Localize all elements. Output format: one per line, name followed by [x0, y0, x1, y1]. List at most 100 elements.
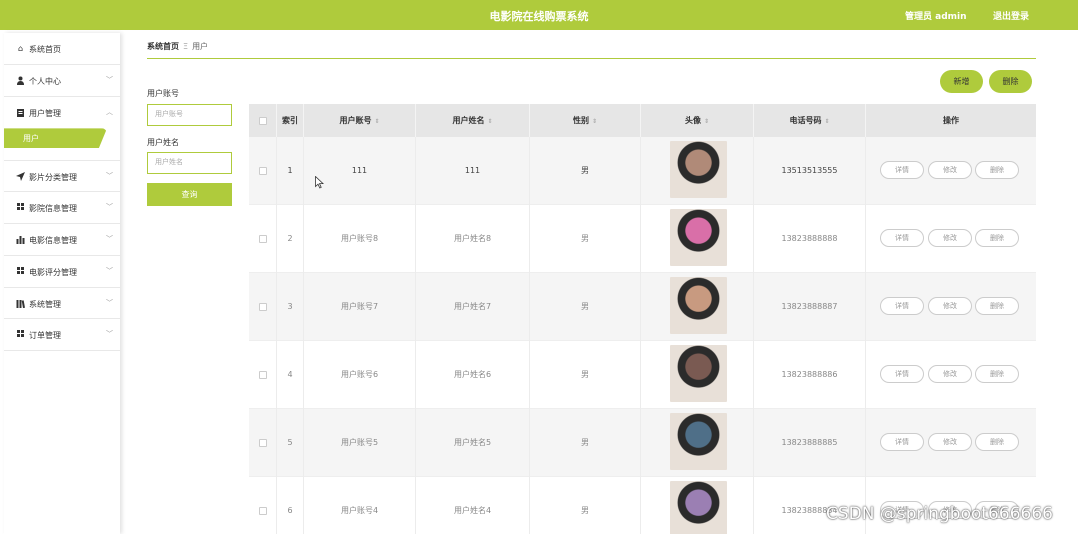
cell-name: 用户姓名5 — [416, 409, 530, 477]
edit-button[interactable]: 修改 — [928, 365, 972, 383]
sidebar-item-system[interactable]: 系统管理 ﹀ — [4, 288, 120, 320]
detail-button[interactable]: 详情 — [880, 161, 924, 179]
breadcrumb-divider — [147, 58, 1036, 59]
user-table: 索引 用户账号 ⇕ 用户姓名 ⇕ 性别 ⇕ 头像 ⇕ 电话号码 ⇕ 操作 1 111 111 男… — [249, 104, 1036, 534]
user-icon — [16, 76, 25, 85]
breadcrumb-separator: Ξ — [183, 42, 189, 51]
cell-select — [249, 137, 277, 205]
breadcrumb: 系统首页 Ξ 用户 — [147, 41, 208, 52]
add-button[interactable]: 新增 — [940, 70, 983, 93]
header-label: 头像 — [684, 116, 701, 125]
detail-button[interactable]: 详情 — [880, 297, 924, 315]
chevron-down-icon: ﹀ — [106, 75, 113, 84]
row-delete-button[interactable]: 删除 — [975, 365, 1019, 383]
detail-button[interactable]: 详情 — [880, 365, 924, 383]
logout-button[interactable]: 退出登录 — [993, 9, 1029, 22]
sidebar-item-cinema-info[interactable]: 影院信息管理 ﹀ — [4, 192, 120, 224]
row-delete-button[interactable]: 删除 — [975, 297, 1019, 315]
header-label: 操作 — [943, 116, 959, 125]
sidebar-item-label: 个人中心 — [29, 76, 61, 86]
chevron-up-icon: ︿ — [106, 107, 113, 116]
sort-icon[interactable]: ⇕ — [374, 118, 379, 125]
avatar — [670, 413, 727, 470]
sidebar-item-movie-info[interactable]: 电影信息管理 ﹀ — [4, 224, 120, 256]
table-header: 索引 用户账号 ⇕ 用户姓名 ⇕ 性别 ⇕ 头像 ⇕ 电话号码 ⇕ 操作 — [249, 104, 1036, 137]
sidebar-item-personal[interactable]: 个人中心 ﹀ — [4, 65, 120, 97]
cell-gender: 男 — [530, 409, 641, 477]
edit-button[interactable]: 修改 — [928, 433, 972, 451]
breadcrumb-home[interactable]: 系统首页 — [147, 42, 179, 51]
row-checkbox[interactable] — [259, 371, 267, 379]
row-checkbox[interactable] — [259, 439, 267, 447]
detail-button[interactable]: 详情 — [880, 229, 924, 247]
query-button[interactable]: 查询 — [147, 183, 232, 206]
top-bar: 电影院在线购票系统 管理员 admin 退出登录 — [0, 0, 1078, 30]
cell-index: 6 — [277, 477, 304, 534]
chevron-down-icon: ﹀ — [106, 172, 113, 181]
table-row: 2 用户账号8 用户姓名8 男 13823888888 详情 修改 删除 — [249, 205, 1036, 273]
sidebar-item-label: 电影评分管理 — [29, 267, 77, 277]
cell-select — [249, 273, 277, 341]
row-checkbox[interactable] — [259, 303, 267, 311]
sidebar-item-orders[interactable]: 订单管理 ﹀ — [4, 319, 120, 352]
sidebar-item-user-management[interactable]: 用户管理 ︿ — [4, 97, 120, 129]
row-delete-button[interactable]: 删除 — [975, 229, 1019, 247]
avatar — [670, 481, 727, 534]
row-delete-button[interactable]: 删除 — [975, 433, 1019, 451]
detail-button[interactable]: 详情 — [880, 433, 924, 451]
cell-gender: 男 — [530, 273, 641, 341]
avatar — [670, 141, 727, 198]
sidebar-item-film-category[interactable]: 影片分类管理 ﹀ — [4, 160, 120, 193]
select-all-checkbox[interactable] — [259, 117, 267, 125]
sidebar-item-home[interactable]: ⌂ 系统首页 — [4, 33, 120, 65]
sidebar-item-label: 电影信息管理 — [29, 235, 77, 245]
sidebar-item-movie-rating[interactable]: 电影评分管理 ﹀ — [4, 256, 120, 288]
cell-phone: 13823888888 — [754, 205, 866, 273]
header-avatar[interactable]: 头像 ⇕ — [641, 104, 754, 137]
header-phone[interactable]: 电话号码 ⇕ — [754, 104, 866, 137]
row-checkbox[interactable] — [259, 235, 267, 243]
row-checkbox[interactable] — [259, 507, 267, 515]
header-label: 电话号码 — [789, 116, 822, 125]
sort-icon[interactable]: ⇕ — [824, 118, 829, 125]
header-name[interactable]: 用户姓名 ⇕ — [416, 104, 530, 137]
bar-chart-icon — [16, 235, 25, 244]
library-icon — [16, 299, 25, 308]
cell-phone: 13513513555 — [754, 137, 866, 205]
account-search-input[interactable]: 用户账号 — [147, 104, 232, 126]
chevron-down-icon: ﹀ — [106, 203, 113, 212]
sidebar-item-label: 影院信息管理 — [29, 204, 77, 214]
chevron-down-icon: ﹀ — [106, 330, 113, 339]
name-label: 用户姓名 — [147, 138, 179, 147]
header-select — [249, 104, 277, 137]
cell-name: 111 — [416, 137, 530, 205]
header-gender[interactable]: 性别 ⇕ — [530, 104, 641, 137]
grid-icon — [16, 330, 25, 339]
header-actions: 操作 — [866, 104, 1036, 137]
table-row: 3 用户账号7 用户姓名7 男 13823888887 详情 修改 删除 — [249, 273, 1036, 341]
sidebar-item-label: 用户管理 — [29, 108, 61, 118]
row-checkbox[interactable] — [259, 167, 267, 175]
chevron-down-icon: ﹀ — [106, 266, 113, 275]
sort-icon[interactable]: ⇕ — [592, 118, 597, 125]
row-delete-button[interactable]: 删除 — [975, 161, 1019, 179]
edit-button[interactable]: 修改 — [928, 229, 972, 247]
cell-gender: 男 — [530, 341, 641, 409]
sort-icon[interactable]: ⇕ — [487, 118, 492, 125]
account-label: 用户账号 — [147, 89, 179, 98]
sidebar-item-label: 订单管理 — [29, 331, 61, 341]
home-icon: ⌂ — [17, 44, 24, 53]
edit-button[interactable]: 修改 — [928, 161, 972, 179]
sidebar-subitem-user[interactable]: 用户 — [4, 128, 120, 160]
chevron-down-icon: ﹀ — [106, 234, 113, 243]
sort-icon[interactable]: ⇕ — [704, 118, 709, 125]
delete-button[interactable]: 删除 — [989, 70, 1032, 93]
cell-name: 用户姓名6 — [416, 341, 530, 409]
cell-name: 用户姓名4 — [416, 477, 530, 534]
name-search-input[interactable]: 用户姓名 — [147, 152, 232, 174]
grid-icon — [16, 203, 25, 212]
header-account[interactable]: 用户账号 ⇕ — [304, 104, 416, 137]
mouse-cursor-icon — [315, 176, 324, 189]
edit-button[interactable]: 修改 — [928, 297, 972, 315]
cell-index: 5 — [277, 409, 304, 477]
